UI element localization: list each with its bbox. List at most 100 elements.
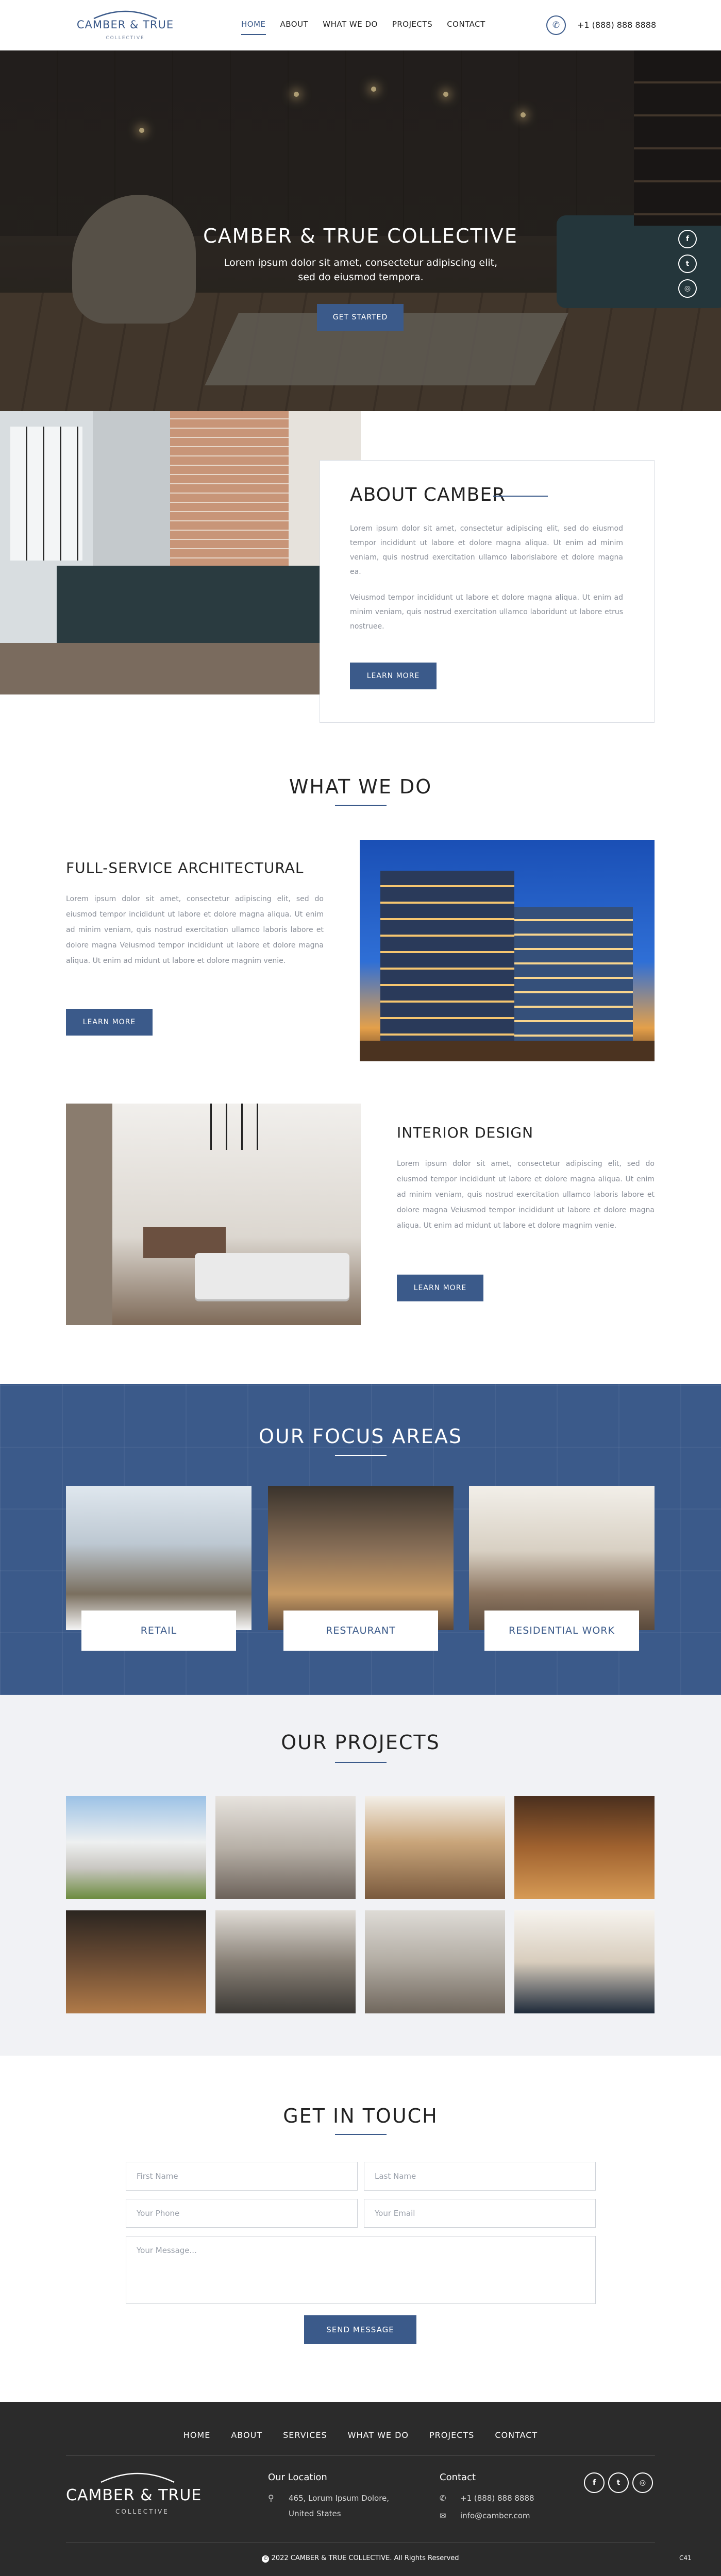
footer-copyright-text: 2022 CAMBER & TRUE COLLECTIVE. All Right… — [271, 2554, 459, 2562]
footer-divider — [66, 2455, 655, 2456]
header-phone-number[interactable]: +1 (888) 888 8888 — [577, 20, 656, 30]
about-learn-more-button[interactable]: LEARN MORE — [350, 663, 437, 689]
footer-nav-home[interactable]: HOME — [183, 2430, 211, 2440]
what-we-do-title: WHAT WE DO — [289, 775, 432, 798]
message-field[interactable]: Your Message... — [126, 2236, 596, 2304]
about-paragraph: Lorem ipsum dolor sit amet, consectetur … — [350, 524, 623, 576]
building-block — [380, 871, 514, 1041]
contact-title: GET IN TOUCH — [283, 2105, 438, 2127]
instagram-icon[interactable]: ◎ — [678, 279, 697, 298]
hero-subtitle: Lorem ipsum dolor sit amet, consectetur … — [224, 257, 498, 283]
footer-copyright: © 2022 CAMBER & TRUE COLLECTIVE. All Rig… — [0, 2554, 721, 2563]
focus-card-image-residential[interactable] — [469, 1486, 655, 1630]
service-learn-more-button[interactable]: LEARN MORE — [397, 1275, 483, 1301]
hero-banner: CAMBER & TRUE COLLECTIVE Lorem ipsum dol… — [0, 50, 721, 411]
service-text: Lorem ipsum dolor sit amet, consectetur … — [66, 895, 324, 965]
instagram-icon[interactable]: ◎ — [632, 2472, 653, 2493]
about-image-brick-wall — [170, 411, 289, 576]
about-image-counter — [57, 566, 320, 643]
copyright-icon: © — [262, 2555, 270, 2563]
footer-nav-contact[interactable]: CONTACT — [495, 2430, 538, 2440]
about-title: ABOUT CAMBER — [350, 484, 506, 505]
focus-title: OUR FOCUS AREAS — [258, 1425, 463, 1448]
nav-about[interactable]: ABOUT — [280, 20, 309, 35]
twitter-icon[interactable]: t — [678, 255, 697, 273]
site-footer: HOME ABOUT SERVICES WHAT WE DO PROJECTS … — [0, 2402, 721, 2576]
phone-placeholder: Your Phone — [137, 2209, 180, 2218]
last-name-placeholder: Last Name — [375, 2172, 416, 2181]
footer-location-title: Our Location — [268, 2472, 327, 2483]
project-thumbnail[interactable] — [66, 1796, 206, 1899]
footer-logo-main: CAMBER & TRUE — [66, 2486, 202, 2504]
interior-pendant — [226, 1104, 227, 1150]
footer-phone-icon: ✆ — [440, 2494, 446, 2503]
send-message-button[interactable]: SEND MESSAGE — [304, 2315, 416, 2344]
last-name-field[interactable]: Last Name — [364, 2162, 596, 2191]
focus-title-underline — [335, 1455, 387, 1456]
footer-address-line2: United States — [289, 2509, 341, 2518]
footer-logo[interactable]: CAMBER & TRUE COLLECTIVE — [66, 2469, 221, 2520]
service-learn-more-button[interactable]: LEARN MORE — [66, 1009, 153, 1036]
footer-nav: HOME ABOUT SERVICES WHAT WE DO PROJECTS … — [0, 2430, 721, 2440]
footer-logo-arc-icon — [100, 2472, 175, 2483]
nav-what-we-do[interactable]: WHAT WE DO — [323, 20, 378, 35]
get-started-button[interactable]: GET STARTED — [317, 304, 404, 331]
project-thumbnail[interactable] — [215, 1910, 356, 2013]
phone-icon[interactable]: ✆ — [546, 15, 566, 35]
focus-card-image-restaurant[interactable] — [268, 1486, 454, 1630]
main-nav: HOME ABOUT WHAT WE DO PROJECTS CONTACT — [241, 20, 485, 35]
building-block — [514, 907, 633, 1041]
project-thumbnail[interactable] — [514, 1910, 655, 2013]
footer-email[interactable]: info@camber.com — [460, 2508, 530, 2523]
twitter-icon[interactable]: t — [608, 2472, 629, 2493]
hero-title: CAMBER & TRUE COLLECTIVE — [203, 225, 518, 247]
focus-card-label-restaurant[interactable]: RESTAURANT — [283, 1611, 438, 1651]
footer-corner-label: C41 — [679, 2554, 692, 2562]
focus-card-label-residential[interactable]: RESIDENTIAL WORK — [484, 1611, 639, 1651]
nav-contact[interactable]: CONTACT — [447, 20, 485, 35]
project-thumbnail[interactable] — [66, 1910, 206, 2013]
about-image-floor — [0, 643, 361, 694]
logo-main-text: CAMBER & TRUE — [76, 19, 174, 31]
about-image-window — [10, 427, 82, 561]
interior-design-image — [66, 1104, 361, 1325]
project-thumbnail[interactable] — [365, 1910, 505, 2013]
footer-nav-projects[interactable]: PROJECTS — [429, 2430, 474, 2440]
footer-nav-what-we-do[interactable]: WHAT WE DO — [348, 2430, 409, 2440]
building-waterfront — [360, 1041, 655, 1061]
site-header: CAMBER & TRUE COLLECTIVE HOME ABOUT WHAT… — [0, 0, 721, 50]
about-paragraph: Veiusmod tempor incididunt ut labore et … — [350, 594, 623, 631]
location-pin-icon: ⚲ — [268, 2493, 274, 2503]
facebook-icon[interactable]: f — [678, 230, 697, 248]
message-placeholder: Your Message... — [137, 2246, 197, 2255]
interior-pendant — [210, 1104, 212, 1150]
nav-projects[interactable]: PROJECTS — [392, 20, 432, 35]
footer-phone[interactable]: +1 (888) 888 8888 — [460, 2490, 534, 2506]
interior-sofa — [195, 1253, 349, 1299]
interior-wall — [66, 1104, 112, 1325]
projects-title-underline — [335, 1762, 387, 1763]
architecture-building-image — [360, 840, 655, 1061]
focus-card-label-retail[interactable]: RETAIL — [81, 1611, 236, 1651]
footer-nav-about[interactable]: ABOUT — [231, 2430, 262, 2440]
service-text: Lorem ipsum dolor sit amet, consectetur … — [397, 1160, 655, 1230]
about-title-underline — [493, 496, 548, 497]
first-name-field[interactable]: First Name — [126, 2162, 358, 2191]
phone-field[interactable]: Your Phone — [126, 2199, 358, 2228]
facebook-icon[interactable]: f — [584, 2472, 605, 2493]
email-field[interactable]: Your Email — [364, 2199, 596, 2228]
interior-pendant — [241, 1104, 243, 1150]
about-section: ABOUT CAMBER Lorem ipsum dolor sit amet,… — [0, 411, 721, 731]
projects-title: OUR PROJECTS — [281, 1731, 440, 1754]
project-thumbnail[interactable] — [365, 1796, 505, 1899]
site-logo[interactable]: CAMBER & TRUE COLLECTIVE — [66, 7, 185, 44]
footer-address-line1: 465, Lorum Ipsum Dolore, — [289, 2494, 390, 2503]
project-thumbnail[interactable] — [215, 1796, 356, 1899]
focus-card-image-retail[interactable] — [66, 1486, 251, 1630]
nav-home[interactable]: HOME — [241, 20, 266, 35]
project-thumbnail[interactable] — [514, 1796, 655, 1899]
footer-nav-services[interactable]: SERVICES — [283, 2430, 327, 2440]
footer-logo-sub: COLLECTIVE — [115, 2508, 169, 2515]
about-kitchen-image — [0, 411, 361, 694]
footer-divider — [66, 2542, 655, 2543]
